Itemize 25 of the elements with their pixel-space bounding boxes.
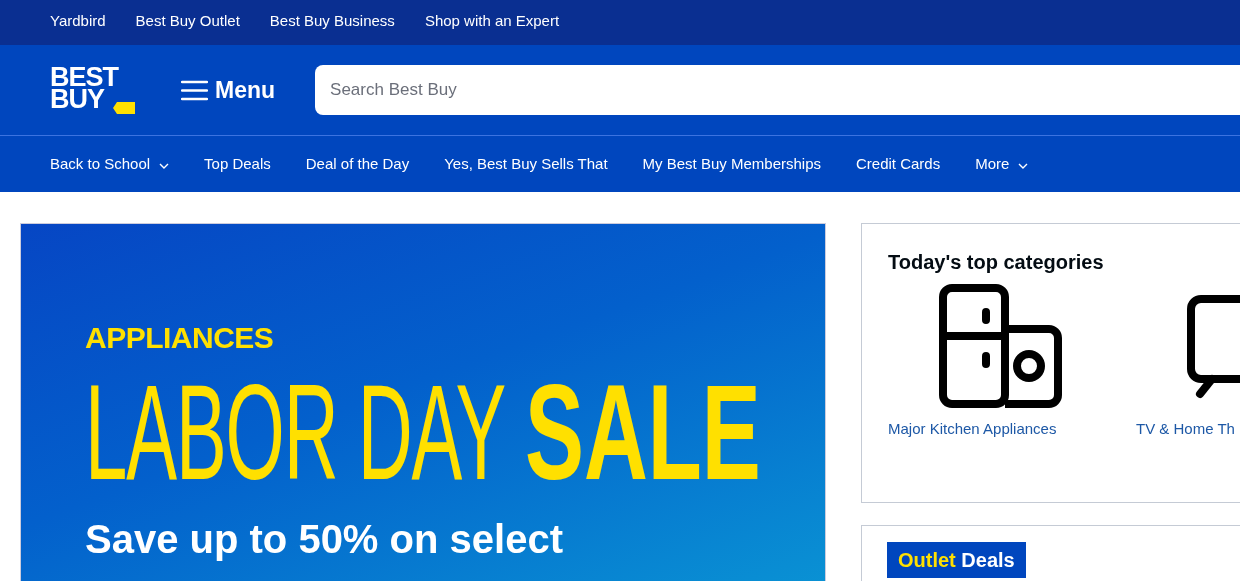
nav-link[interactable]: Deal of the Day — [305, 154, 410, 172]
nav-link[interactable]: Yes, Best Buy Sells That — [444, 154, 608, 172]
banner-eyebrow: APPLIANCES — [85, 321, 274, 355]
nav-link[interactable]: My Best Buy Memberships — [642, 154, 821, 172]
banner-headline: SALE — [525, 373, 762, 491]
top-link[interactable]: Best Buy Business — [269, 12, 395, 29]
nav-link[interactable]: More — [975, 154, 1029, 172]
category-link[interactable]: Major Kitchen Appliances — [888, 420, 1057, 437]
logo[interactable]: BEST BUY — [50, 66, 135, 116]
top-link[interactable]: Shop with an Expert — [424, 12, 560, 29]
appliances-icon — [939, 284, 1063, 408]
outlet-deals-badge: Outlet Deals — [887, 542, 1026, 578]
top-link[interactable]: Best Buy Outlet — [135, 12, 240, 29]
nav-link[interactable]: Credit Cards — [856, 154, 941, 172]
top-link[interactable]: Yardbird — [50, 12, 106, 29]
promo-banner[interactable]: APPLIANCES LABOR DAYSALE Save up to 50% on select — [20, 223, 826, 581]
banner-subline: Save up to 50% on select — [85, 517, 563, 562]
category-link[interactable]: TV & Home Th — [1136, 420, 1235, 437]
banner-headline: LABOR DAY — [85, 373, 506, 491]
nav-link[interactable]: Top Deals — [204, 154, 271, 172]
card-title: Today's top categories — [888, 251, 1104, 274]
menu-icon — [181, 79, 208, 101]
nav-link[interactable]: Back to School — [50, 154, 170, 172]
search-field[interactable]: Search Best Buy — [315, 65, 1240, 115]
menu-button[interactable]: Menu — [181, 76, 276, 104]
